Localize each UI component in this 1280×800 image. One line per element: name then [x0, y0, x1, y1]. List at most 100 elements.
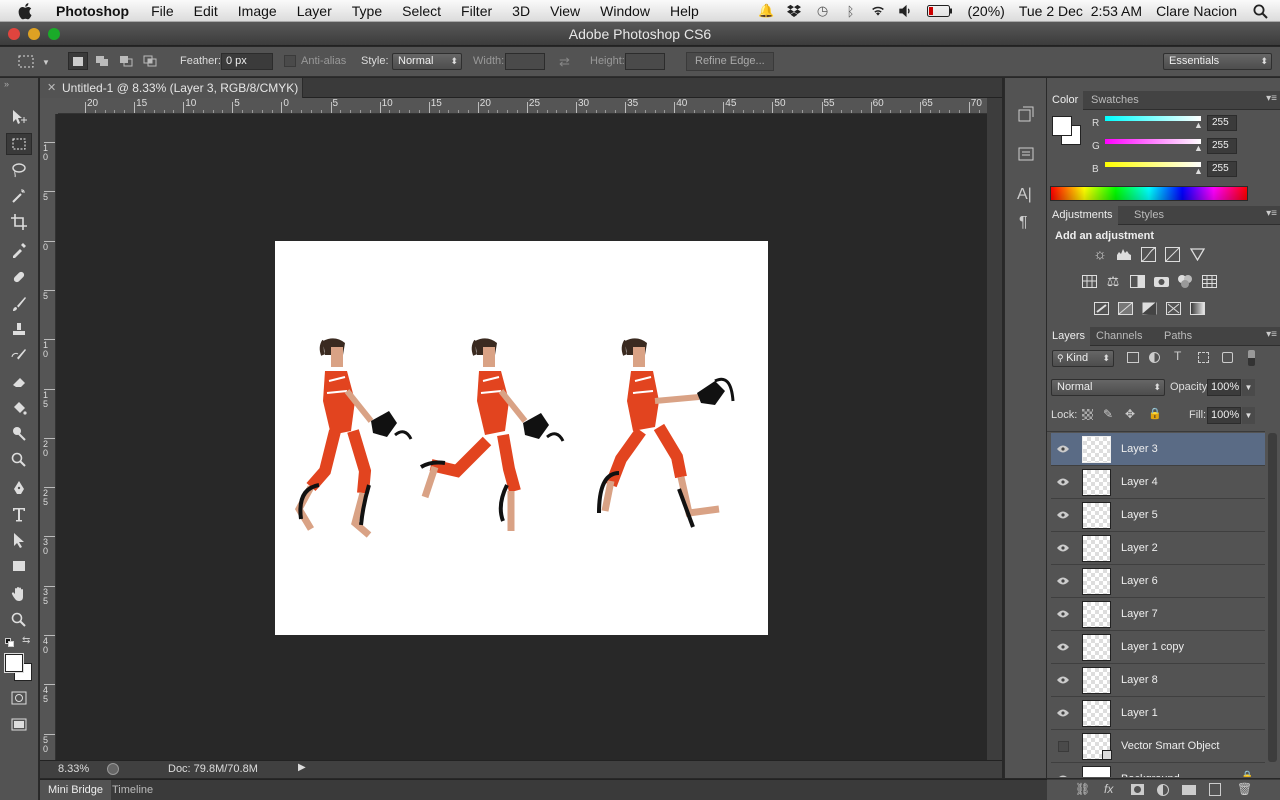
hand-tool-icon[interactable] — [6, 583, 32, 605]
layer-row[interactable]: Layer 4 — [1051, 466, 1265, 499]
layer-row[interactable]: Vector Smart Object — [1051, 730, 1265, 763]
layer-visibility-eye-icon[interactable] — [1056, 607, 1070, 621]
new-adjustment-layer-icon[interactable] — [1157, 784, 1169, 796]
feather-input[interactable]: 0 px — [221, 53, 273, 70]
app-menu-photoshop[interactable]: Photoshop — [56, 3, 129, 19]
layer-name[interactable]: Layer 7 — [1121, 598, 1158, 631]
invert-icon[interactable] — [1092, 299, 1110, 317]
zoom-tool-icon[interactable] — [6, 609, 32, 631]
clone-stamp-tool-icon[interactable] — [6, 319, 32, 341]
horizontal-ruler[interactable]: 20 15 10 5 0 5 10 15 20 25 30 35 40 45 50 55 60 65 70 — [58, 98, 987, 114]
fill-dropdown-icon[interactable]: ▼ — [1242, 407, 1255, 424]
color-lookup-icon[interactable] — [1200, 272, 1218, 290]
menu-type[interactable]: Type — [352, 3, 382, 19]
threshold-icon[interactable] — [1140, 299, 1158, 317]
photo-filter-icon[interactable] — [1152, 272, 1170, 290]
layer-visibility-eye-icon[interactable] — [1056, 772, 1070, 777]
posterize-icon[interactable] — [1116, 299, 1134, 317]
layer-row[interactable]: Layer 5 — [1051, 499, 1265, 532]
layer-row[interactable]: Layer 1 — [1051, 697, 1265, 730]
dropbox-icon[interactable] — [787, 4, 802, 18]
minimize-window-icon[interactable] — [28, 28, 40, 40]
channel-g-value[interactable]: 255 — [1207, 138, 1237, 154]
eraser-tool-icon[interactable] — [6, 371, 32, 393]
height-input[interactable] — [625, 53, 665, 70]
levels-icon[interactable] — [1115, 245, 1133, 263]
bluetooth-icon[interactable]: ᛒ — [843, 4, 857, 19]
history-panel-icon[interactable] — [1016, 104, 1036, 124]
rect-marquee-tool-icon[interactable] — [6, 133, 32, 155]
filter-shape-layers-icon[interactable] — [1198, 352, 1209, 363]
path-selection-tool-icon[interactable] — [6, 529, 32, 551]
color-panel-menu-icon[interactable]: ▾≡ — [1266, 93, 1277, 104]
layer-row[interactable]: Layer 1 copy — [1051, 631, 1265, 664]
history-brush-tool-icon[interactable] — [6, 345, 32, 367]
hue-saturation-icon[interactable] — [1080, 272, 1098, 290]
status-menu-arrow-icon[interactable]: ▶ — [298, 762, 306, 773]
zoom-window-icon[interactable] — [48, 28, 60, 40]
swap-width-height-icon[interactable]: ⇄ — [559, 54, 570, 70]
layer-visibility-eye-icon[interactable] — [1056, 574, 1070, 588]
intersect-selection-icon[interactable] — [140, 52, 160, 70]
layer-visibility-eye-icon[interactable] — [1056, 706, 1070, 720]
refine-edge-button[interactable]: Refine Edge... — [686, 52, 774, 71]
properties-panel-icon[interactable] — [1016, 144, 1036, 164]
close-window-icon[interactable] — [8, 28, 20, 40]
filter-type-layers-icon[interactable]: T — [1174, 349, 1181, 363]
lock-position-icon[interactable]: ✥ — [1125, 407, 1135, 421]
paint-bucket-tool-icon[interactable] — [6, 397, 32, 419]
rectangle-shape-tool-icon[interactable] — [6, 555, 32, 577]
lock-all-icon[interactable]: 🔒 — [1148, 407, 1162, 420]
layer-name[interactable]: Vector Smart Object — [1121, 730, 1219, 763]
new-layer-icon[interactable] — [1209, 783, 1221, 796]
adjustments-panel-menu-icon[interactable]: ▾≡ — [1266, 208, 1277, 219]
opacity-input[interactable]: 100% — [1207, 379, 1241, 396]
close-document-icon[interactable]: ✕ — [47, 78, 56, 98]
layer-name[interactable]: Layer 3 — [1121, 433, 1158, 466]
character-panel-icon[interactable]: A| — [1017, 186, 1032, 204]
filter-toggle-icon[interactable] — [1248, 350, 1255, 366]
delete-layer-icon[interactable]: 🗑 — [1237, 782, 1252, 796]
layers-scrollbar[interactable] — [1268, 433, 1277, 762]
layer-row[interactable]: Layer 7 — [1051, 598, 1265, 631]
marquee-preset-picker[interactable]: ▼ — [18, 53, 56, 71]
tab-layers[interactable]: Layers — [1047, 327, 1091, 346]
default-colors-icon[interactable] — [5, 638, 15, 648]
lock-image-pixels-icon[interactable]: ✎ — [1103, 407, 1113, 421]
collapse-panel-icon[interactable]: » — [4, 79, 9, 89]
apple-icon[interactable] — [18, 0, 38, 22]
blend-mode-select[interactable]: Normal — [1051, 379, 1165, 396]
brightness-contrast-icon[interactable]: ☼ — [1091, 245, 1109, 263]
style-select[interactable]: Normal — [392, 53, 462, 70]
swap-colors-icon[interactable]: ⇆ — [22, 635, 30, 646]
menu-filter[interactable]: Filter — [461, 3, 492, 19]
color-balance-icon[interactable]: ⚖ — [1104, 272, 1122, 290]
channel-r-value[interactable]: 255 — [1207, 115, 1237, 131]
dodge-tool-icon[interactable] — [6, 422, 32, 444]
foreground-color-swatch[interactable] — [5, 654, 23, 672]
menu-layer[interactable]: Layer — [297, 3, 332, 19]
filter-adjustment-layers-icon[interactable] — [1149, 352, 1160, 363]
zoom-lens-tool-icon[interactable] — [6, 449, 32, 471]
layer-name[interactable]: Layer 6 — [1121, 565, 1158, 598]
layer-name[interactable]: Layer 8 — [1121, 664, 1158, 697]
selective-color-icon[interactable] — [1164, 299, 1182, 317]
gradient-map-icon[interactable] — [1188, 299, 1206, 317]
channel-b-thumb-icon[interactable]: ▲ — [1194, 166, 1203, 176]
layers-panel-menu-icon[interactable]: ▾≡ — [1266, 329, 1277, 340]
healing-brush-tool-icon[interactable] — [6, 266, 32, 288]
ruler-origin[interactable] — [40, 98, 58, 114]
paragraph-panel-icon[interactable]: ¶ — [1019, 214, 1028, 232]
channel-b-value[interactable]: 255 — [1207, 161, 1237, 177]
new-group-icon[interactable] — [1182, 785, 1196, 795]
menu-window[interactable]: Window — [600, 3, 650, 19]
filter-smart-objects-icon[interactable] — [1222, 352, 1233, 363]
brush-tool-icon[interactable] — [6, 293, 32, 315]
quick-selection-tool-icon[interactable] — [6, 185, 32, 207]
layer-name[interactable]: Layer 1 — [1121, 697, 1158, 730]
channel-mixer-icon[interactable] — [1176, 272, 1194, 290]
layer-style-fx-icon[interactable]: fx — [1104, 782, 1113, 796]
tab-timeline[interactable]: Timeline — [112, 780, 153, 800]
antialias-checkbox[interactable] — [284, 55, 296, 67]
curves-icon[interactable] — [1139, 245, 1157, 263]
